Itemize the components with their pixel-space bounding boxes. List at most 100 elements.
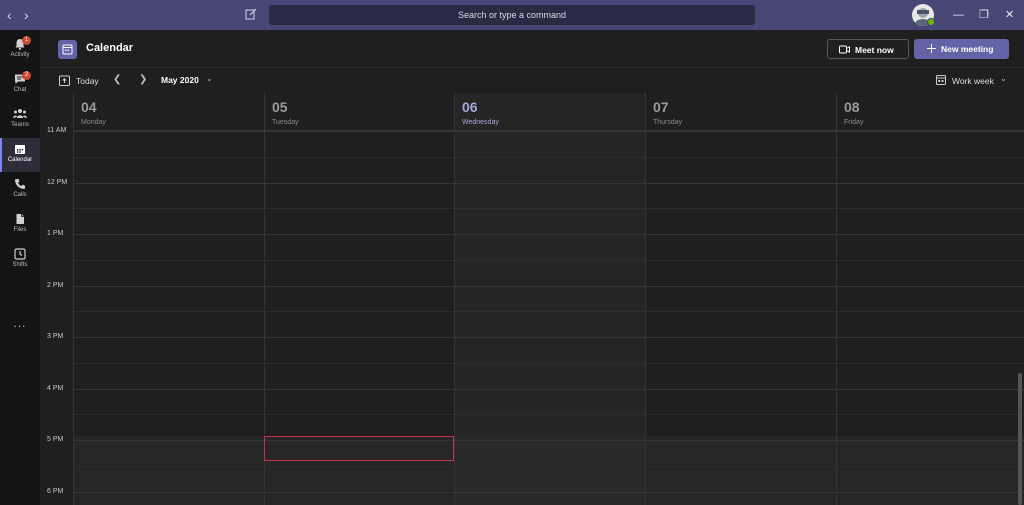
- rail-item-calendar[interactable]: Calendar: [0, 138, 40, 172]
- hour-line: [265, 491, 454, 493]
- calendar-view-icon: [936, 75, 946, 85]
- day-column[interactable]: 07 Thursday: [645, 93, 836, 505]
- half-hour-line: [455, 156, 645, 158]
- view-label: Work week: [952, 76, 994, 86]
- hour-line: [455, 131, 645, 132]
- month-picker[interactable]: May 2020: [161, 75, 199, 85]
- vertical-scrollbar[interactable]: [1018, 373, 1022, 505]
- half-hour-line: [646, 414, 836, 416]
- half-hour-line: [265, 362, 454, 364]
- half-hour-line: [74, 311, 264, 313]
- rail-label-calendar: Calendar: [7, 157, 33, 163]
- rail-item-calls[interactable]: Calls: [0, 173, 40, 207]
- hour-line: [74, 285, 264, 287]
- hour-line: [646, 388, 836, 390]
- rail-item-chat[interactable]: 2 Chat: [0, 68, 40, 102]
- day-name: Friday: [844, 119, 864, 126]
- hour-line: [646, 491, 836, 493]
- rail-item-activity[interactable]: 1 Activity: [0, 33, 40, 67]
- phone-icon: [15, 179, 25, 189]
- hour-line: [837, 388, 1024, 390]
- hour-line: [265, 337, 454, 338]
- day-column[interactable]: 04 Monday: [73, 93, 264, 505]
- hour-line: [455, 234, 645, 235]
- today-button[interactable]: Today: [59, 74, 104, 88]
- day-column[interactable]: 08 Friday: [836, 93, 1024, 505]
- calendar-icon: [15, 145, 25, 154]
- back-icon[interactable]: ‹: [7, 8, 12, 22]
- half-hour-line: [74, 208, 264, 210]
- hour-line: [74, 182, 264, 184]
- half-hour-line: [646, 311, 836, 313]
- day-name: Tuesday: [272, 119, 299, 126]
- day-column[interactable]: 06 Wednesday: [454, 93, 645, 505]
- hour-line: [74, 234, 264, 235]
- more-apps-icon[interactable]: ...: [0, 316, 40, 330]
- half-hour-line: [837, 414, 1024, 416]
- time-label: 4 PM: [47, 384, 64, 392]
- hour-line: [455, 440, 645, 441]
- chevron-left-icon[interactable]: ❮: [113, 74, 121, 85]
- half-hour-line: [74, 259, 264, 261]
- half-hour-line: [455, 414, 645, 416]
- half-hour-line: [837, 465, 1024, 467]
- day-number: 04: [81, 99, 97, 115]
- hour-line: [646, 440, 836, 441]
- time-gutter: 11 AM 12 PM 1 PM 2 PM 3 PM 4 PM 5 PM 6 PM: [40, 93, 73, 505]
- close-icon[interactable]: ✕: [1005, 8, 1014, 22]
- day-name: Monday: [81, 119, 106, 126]
- plus-icon: [927, 44, 936, 53]
- after-hours-shade: [837, 436, 1024, 505]
- day-name: Thursday: [653, 119, 683, 126]
- hour-line: [646, 285, 836, 287]
- half-hour-line: [265, 414, 454, 416]
- half-hour-line: [646, 465, 836, 467]
- forward-icon[interactable]: ›: [24, 8, 29, 22]
- half-hour-line: [265, 465, 454, 467]
- selected-time-slot[interactable]: [264, 436, 454, 461]
- hour-line: [74, 337, 264, 338]
- compose-icon[interactable]: [245, 8, 257, 20]
- maximize-icon[interactable]: ❐: [979, 8, 989, 22]
- time-label: 2 PM: [47, 281, 64, 289]
- after-hours-shade: [646, 436, 836, 505]
- hour-line: [837, 491, 1024, 493]
- rail-item-teams[interactable]: Teams: [0, 103, 40, 137]
- half-hour-line: [837, 208, 1024, 210]
- hour-line: [74, 131, 264, 132]
- chevron-right-icon[interactable]: ❯: [139, 74, 147, 85]
- day-number: 07: [653, 99, 669, 115]
- rail-label-teams: Teams: [11, 122, 29, 128]
- meet-now-button[interactable]: Meet now: [827, 39, 909, 59]
- minimize-icon[interactable]: —: [953, 8, 964, 22]
- hour-line: [455, 182, 645, 184]
- chevron-down-icon: ⌄: [1000, 74, 1007, 83]
- rail-label-activity: Activity: [10, 52, 30, 58]
- time-label: 11 AM: [47, 127, 67, 134]
- teams-icon: [13, 109, 27, 118]
- hour-line: [265, 285, 454, 287]
- chevron-down-icon[interactable]: ⌄: [206, 74, 213, 83]
- time-label: 6 PM: [47, 487, 64, 495]
- after-hours-shade: [455, 436, 645, 505]
- day-header: 08 Friday: [837, 93, 1024, 131]
- new-meeting-button[interactable]: New meeting: [914, 39, 1009, 59]
- half-hour-line: [455, 465, 645, 467]
- half-hour-line: [837, 362, 1024, 364]
- time-label: 3 PM: [47, 333, 64, 340]
- time-label: 1 PM: [47, 230, 64, 237]
- search-input[interactable]: Search or type a command: [269, 5, 755, 25]
- time-label: 5 PM: [47, 436, 64, 443]
- hour-line: [837, 131, 1024, 132]
- day-name: Wednesday: [462, 119, 499, 126]
- view-switcher[interactable]: Work week ⌄: [936, 74, 1016, 88]
- rail-item-files[interactable]: Files: [0, 208, 40, 242]
- today-label: Today: [76, 76, 99, 86]
- app-rail: 1 Activity 2 Chat Teams Calendar Calls F…: [0, 30, 40, 505]
- hour-line: [455, 285, 645, 287]
- hour-line: [74, 491, 264, 493]
- calendar-grid: 11 AM 12 PM 1 PM 2 PM 3 PM 4 PM 5 PM 6 PM 04 Mon…: [40, 93, 1024, 505]
- hour-line: [74, 388, 264, 390]
- rail-item-shifts[interactable]: Shifts: [0, 243, 40, 277]
- day-number: 08: [844, 99, 860, 115]
